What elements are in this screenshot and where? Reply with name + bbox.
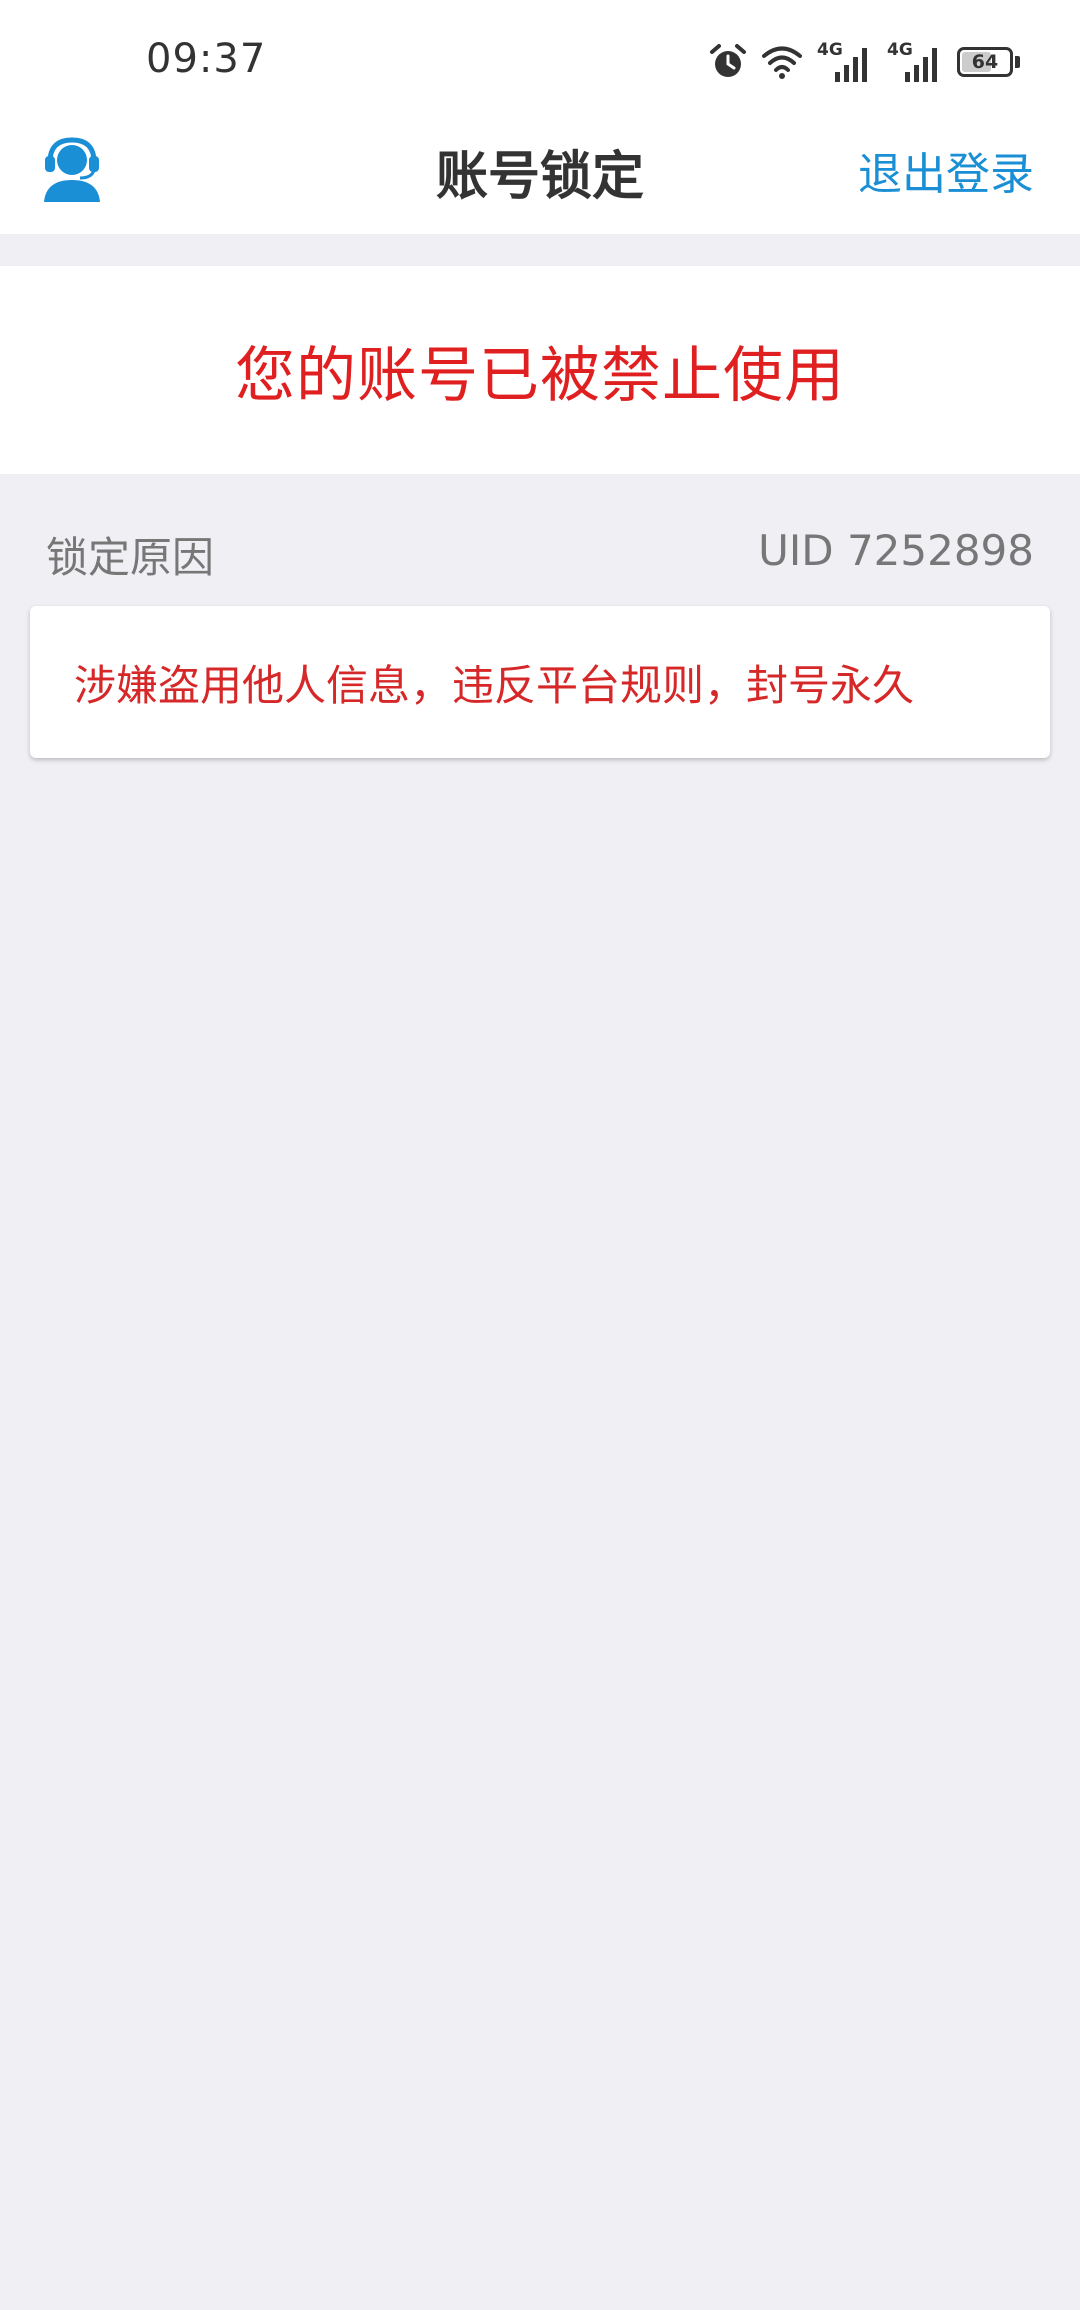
lock-reason-label: 锁定原因 — [46, 533, 215, 582]
user-uid: UID 7252898 — [758, 526, 1034, 575]
lock-reason-text: 涉嫌盗用他人信息，违反平台规则，封号永久 — [74, 660, 915, 710]
battery-tip — [1015, 56, 1020, 68]
battery-icon: 64 — [957, 47, 1013, 77]
status-icons: 4G 4G 64 — [709, 40, 1020, 84]
status-bar: 09:37 4G 4G 64 — [0, 0, 1080, 110]
signal-icon: 4G — [817, 40, 873, 84]
signal-icon: 4G — [887, 40, 943, 84]
battery-level: 64 — [971, 51, 999, 73]
logout-button[interactable]: 退出登录 — [858, 138, 1034, 202]
nav-bar: 账号锁定 退出登录 — [0, 110, 1080, 234]
status-time: 09:37 — [146, 36, 267, 82]
ban-banner: 您的账号已被禁止使用 — [0, 266, 1080, 474]
alarm-icon — [709, 43, 747, 81]
wifi-icon — [761, 44, 803, 80]
lock-reason-card: 涉嫌盗用他人信息，违反平台规则，封号永久 — [30, 606, 1050, 758]
ban-message: 您的账号已被禁止使用 — [235, 340, 845, 411]
